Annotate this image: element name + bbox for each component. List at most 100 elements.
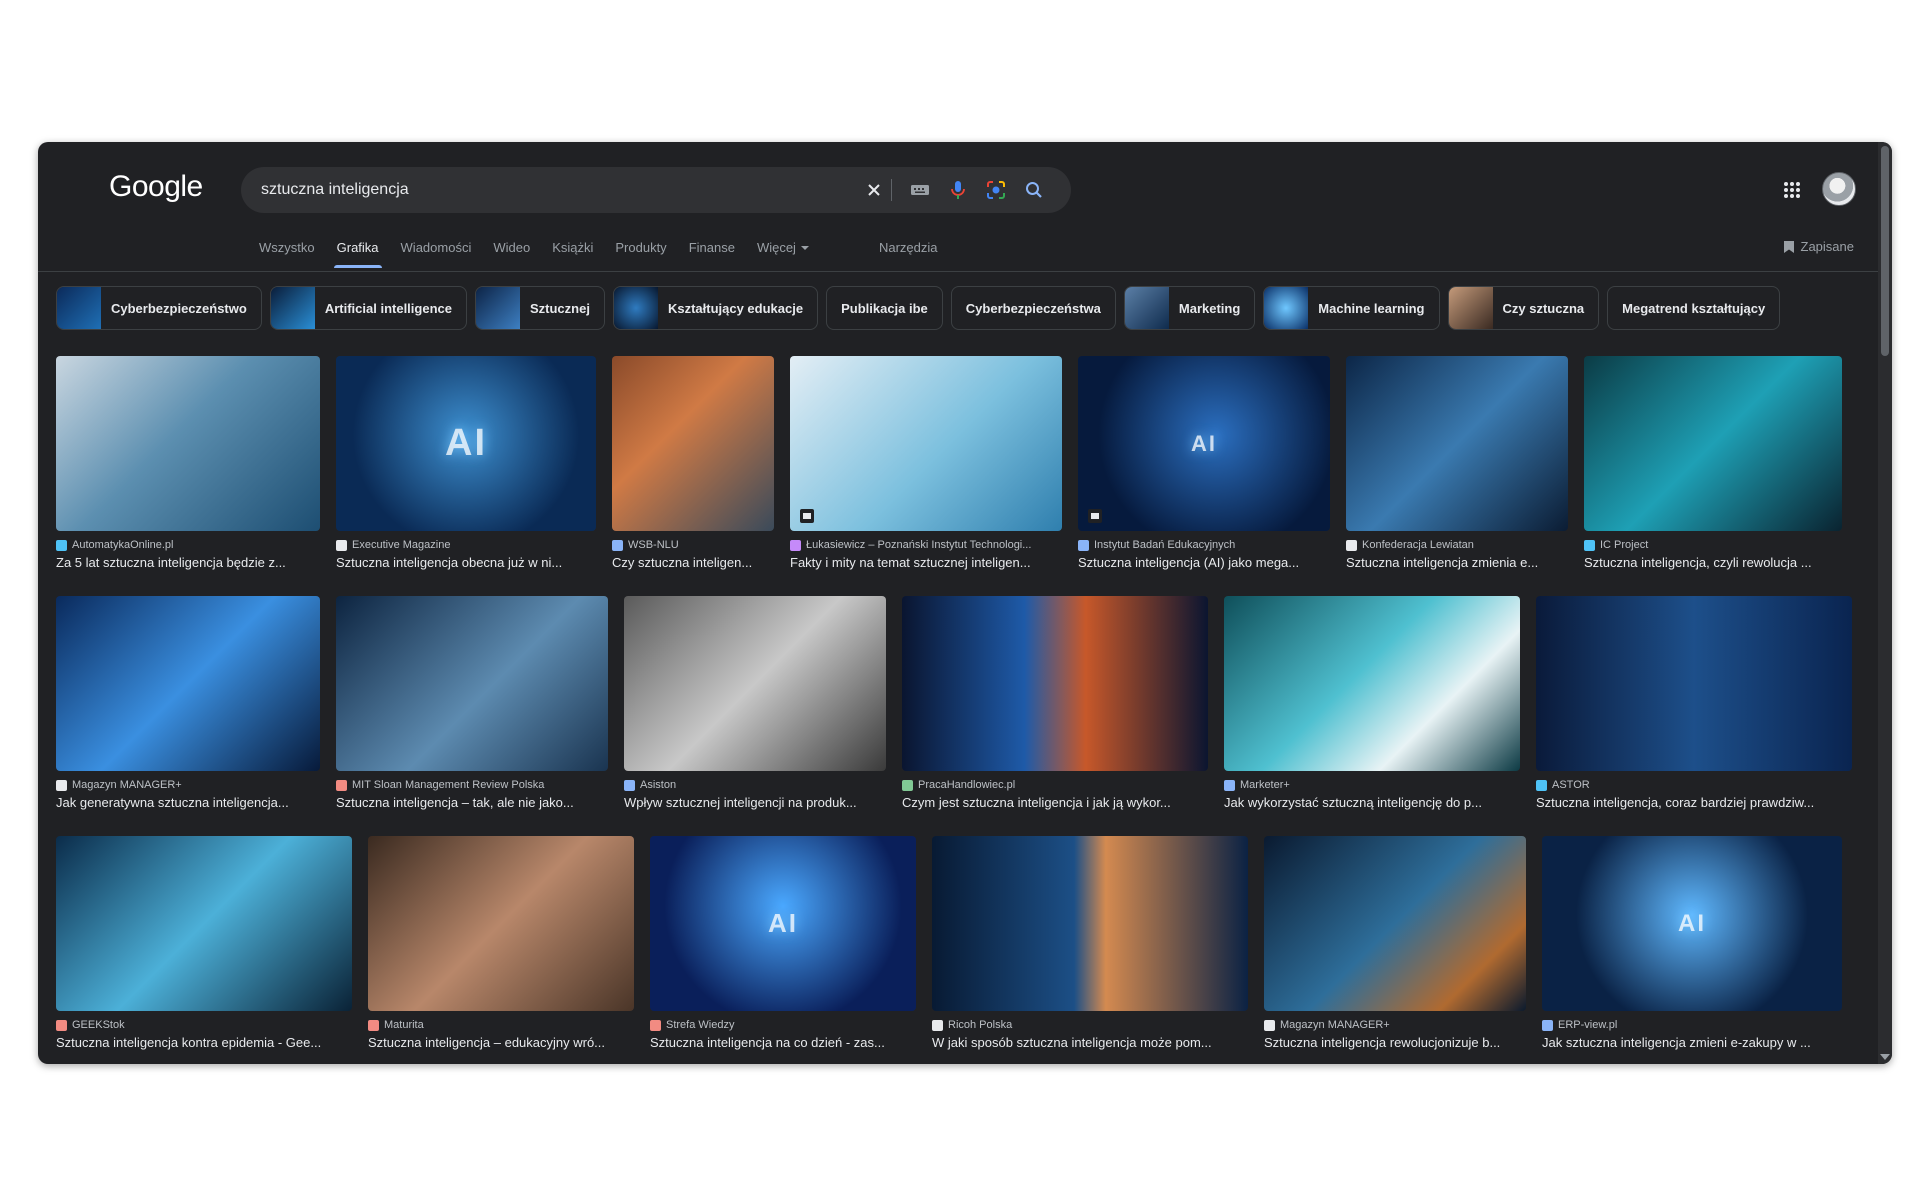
apps-grid-icon[interactable] [1782,180,1802,200]
chip-sztucznej[interactable]: Sztucznej [474,286,605,330]
image-result[interactable]: AutomatykaOnline.pl Za 5 lat sztuczna in… [56,356,320,570]
image-result[interactable]: AI Strefa Wiedzy Sztuczna inteligencja n… [650,836,916,1050]
result-image[interactable] [932,836,1248,1011]
google-logo[interactable]: Google [109,170,203,204]
image-result[interactable]: AI Instytut Badań Edukacyjnych Sztuczna … [1078,356,1330,570]
result-source[interactable]: MIT Sloan Management Review Polska [352,779,544,791]
chip-machine-learning[interactable]: Machine learning [1263,286,1440,330]
result-source[interactable]: Konfederacja Lewiatan [1362,539,1474,551]
result-image[interactable] [56,356,320,531]
result-source[interactable]: GEEKStok [72,1019,125,1031]
result-title[interactable]: Jak wykorzystać sztuczną inteligencję do… [1224,795,1520,810]
scroll-down-icon[interactable] [1880,1054,1890,1060]
tab-wiecej[interactable]: Więcej [757,240,809,268]
result-title[interactable]: Sztuczna inteligencja – edukacyjny wró..… [368,1035,634,1050]
chip-megatrend-ksztaltujacy[interactable]: Megatrend kształtujący [1607,286,1781,330]
result-image[interactable] [612,356,774,531]
image-result[interactable]: Marketer+ Jak wykorzystać sztuczną intel… [1224,596,1520,810]
tools-button[interactable]: Narzędzia [879,240,938,268]
tab-wiadomosci[interactable]: Wiadomości [401,240,472,268]
search-icon[interactable] [1021,177,1047,203]
result-title[interactable]: Za 5 lat sztuczna inteligencja będzie z.… [56,555,320,570]
result-source[interactable]: ASTOR [1552,779,1590,791]
result-source[interactable]: Marketer+ [1240,779,1290,791]
search-input[interactable]: sztuczna inteligencja [261,181,409,199]
result-source[interactable]: ERP-view.pl [1558,1019,1617,1031]
result-title[interactable]: Fakty i mity na temat sztucznej intelige… [790,555,1062,570]
result-image[interactable] [1346,356,1568,531]
result-title[interactable]: Sztuczna inteligencja na co dzień - zas.… [650,1035,916,1050]
result-image[interactable] [368,836,634,1011]
result-source[interactable]: Asiston [640,779,676,791]
chip-ksztaltujacy-edukacje[interactable]: Kształtujący edukacje [612,286,819,330]
image-result[interactable]: Asiston Wpływ sztucznej inteligencji na … [624,596,886,810]
result-title[interactable]: Sztuczna inteligencja zmienia e... [1346,555,1568,570]
result-source[interactable]: Instytut Badań Edukacyjnych [1094,539,1235,551]
result-image[interactable]: AI [1542,836,1842,1011]
result-source[interactable]: IC Project [1600,539,1648,551]
close-icon[interactable] [861,177,887,203]
account-avatar[interactable] [1822,172,1856,206]
result-title[interactable]: W jaki sposób sztuczna inteligencja może… [932,1035,1248,1050]
image-result[interactable]: ASTOR Sztuczna inteligencja, coraz bardz… [1536,596,1852,810]
result-image[interactable] [336,596,608,771]
chip-artificial-intelligence[interactable]: Artificial intelligence [269,286,467,330]
result-image[interactable]: AI [650,836,916,1011]
chip-marketing[interactable]: Marketing [1123,286,1256,330]
chip-cyberbezpieczenstwa[interactable]: Cyberbezpieczeństwa [950,286,1116,330]
result-source[interactable]: Executive Magazine [352,539,450,551]
result-title[interactable]: Sztuczna inteligencja, czyli rewolucja .… [1584,555,1842,570]
result-image[interactable] [902,596,1208,771]
result-title[interactable]: Sztuczna inteligencja – tak, ale nie jak… [336,795,608,810]
tab-grafika[interactable]: Grafika [333,240,382,268]
image-result[interactable]: WSB-NLU Czy sztuczna inteligen... [612,356,774,570]
result-title[interactable]: Sztuczna inteligencja rewolucjonizuje b.… [1264,1035,1526,1050]
result-image[interactable] [624,596,886,771]
result-title[interactable]: Sztuczna inteligencja obecna już w ni... [336,555,596,570]
result-source[interactable]: PracaHandlowiec.pl [918,779,1015,791]
result-title[interactable]: Jak sztuczna inteligencja zmieni e-zakup… [1542,1035,1842,1050]
image-result[interactable]: Łukasiewicz – Poznański Instytut Technol… [790,356,1062,570]
result-source[interactable]: Ricoh Polska [948,1019,1012,1031]
result-source[interactable]: Maturita [384,1019,424,1031]
result-title[interactable]: Sztuczna inteligencja kontra epidemia - … [56,1035,352,1050]
result-title[interactable]: Jak generatywna sztuczna inteligencja... [56,795,320,810]
result-source[interactable]: Łukasiewicz – Poznański Instytut Technol… [806,539,1031,551]
result-title[interactable]: Czym jest sztuczna inteligencja i jak ją… [902,795,1208,810]
result-source[interactable]: WSB-NLU [628,539,679,551]
image-result[interactable]: Magazyn MANAGER+ Jak generatywna sztuczn… [56,596,320,810]
result-image[interactable] [56,836,352,1011]
image-result[interactable]: AI Executive Magazine Sztuczna inteligen… [336,356,596,570]
image-result[interactable]: GEEKStok Sztuczna inteligencja kontra ep… [56,836,352,1050]
result-image[interactable] [56,596,320,771]
result-title[interactable]: Wpływ sztucznej inteligencji na produk..… [624,795,886,810]
image-result[interactable]: MIT Sloan Management Review Polska Sztuc… [336,596,608,810]
image-result[interactable]: AI ERP-view.pl Jak sztuczna inteligencja… [1542,836,1842,1050]
lens-icon[interactable] [983,177,1009,203]
saved-button[interactable]: Zapisane [1783,239,1854,254]
result-source[interactable]: Strefa Wiedzy [666,1019,734,1031]
image-result[interactable]: Konfederacja Lewiatan Sztuczna inteligen… [1346,356,1568,570]
tab-wszystko[interactable]: Wszystko [259,240,315,268]
chip-czy-sztuczna[interactable]: Czy sztuczna [1447,286,1600,330]
image-result[interactable]: Ricoh Polska W jaki sposób sztuczna inte… [932,836,1248,1050]
result-image[interactable] [1224,596,1520,771]
result-source[interactable]: AutomatykaOnline.pl [72,539,174,551]
search-bar[interactable]: sztuczna inteligencja [241,167,1071,213]
result-title[interactable]: Sztuczna inteligencja, coraz bardziej pr… [1536,795,1852,810]
keyboard-icon[interactable] [907,177,933,203]
result-image[interactable] [1584,356,1842,531]
tab-wideo[interactable]: Wideo [493,240,530,268]
image-result[interactable]: Maturita Sztuczna inteligencja – edukacy… [368,836,634,1050]
result-title[interactable]: Sztuczna inteligencja (AI) jako mega... [1078,555,1330,570]
image-result[interactable]: PracaHandlowiec.pl Czym jest sztuczna in… [902,596,1208,810]
result-title[interactable]: Czy sztuczna inteligen... [612,555,774,570]
image-result[interactable]: IC Project Sztuczna inteligencja, czyli … [1584,356,1842,570]
result-image[interactable] [790,356,1062,531]
result-source[interactable]: Magazyn MANAGER+ [1280,1019,1390,1031]
result-source[interactable]: Magazyn MANAGER+ [72,779,182,791]
result-image[interactable] [1264,836,1526,1011]
tab-finanse[interactable]: Finanse [689,240,735,268]
result-image[interactable]: AI [336,356,596,531]
result-image[interactable]: AI [1078,356,1330,531]
